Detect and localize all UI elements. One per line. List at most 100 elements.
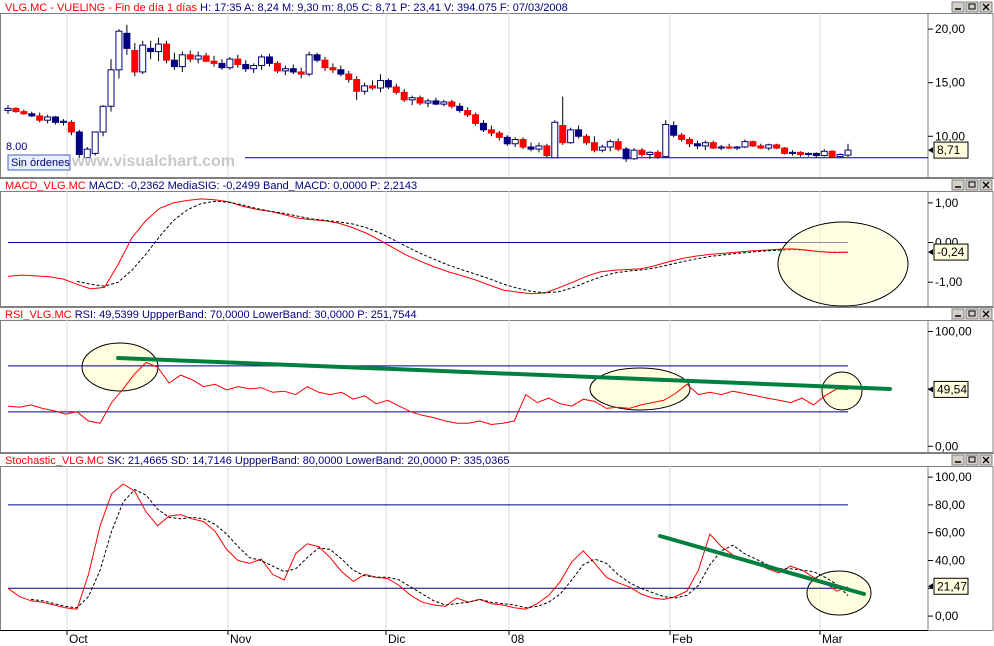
last-value-label: 49,54 xyxy=(937,382,967,396)
candle-body xyxy=(456,105,464,112)
candle-body xyxy=(107,69,115,107)
candle-body xyxy=(321,59,329,69)
candle-body xyxy=(693,143,701,147)
candle-body xyxy=(638,149,646,155)
candle-body xyxy=(654,151,662,158)
candle-body xyxy=(773,144,781,149)
chart-window: VLG.MC - VUELING - Fin de día 1 días H: … xyxy=(0,0,994,646)
candle-body xyxy=(820,150,828,157)
candle-body xyxy=(416,97,424,104)
panel-separator xyxy=(0,178,994,179)
candle-body xyxy=(709,142,717,149)
candle-body xyxy=(590,142,598,151)
candle-body xyxy=(210,60,218,64)
last-value-marker: -0,24 xyxy=(928,243,969,261)
candle-body xyxy=(329,67,337,71)
candle-body xyxy=(551,121,559,159)
candle-body xyxy=(234,58,242,65)
minimize-button[interactable] xyxy=(951,308,965,320)
candle-body xyxy=(4,107,12,112)
candle-body xyxy=(725,146,733,149)
candle-body xyxy=(186,54,194,60)
candle-body xyxy=(289,68,297,73)
candle-body xyxy=(487,129,495,134)
y-tick-label: -1,00 xyxy=(935,275,963,289)
candle-body xyxy=(369,85,377,89)
candle-body xyxy=(678,134,686,140)
y-tick-label: 1,00 xyxy=(935,196,959,210)
candle-body xyxy=(400,91,408,101)
title-segment: H: 17:35 A: 8,24 M: 9,30 m: 8,05 C: 8,71… xyxy=(197,2,568,14)
candle-body xyxy=(741,141,749,148)
candle-body xyxy=(424,100,432,104)
candle-body xyxy=(844,149,852,156)
title-segment: MACD_VLG.MC xyxy=(5,180,86,192)
candle-body xyxy=(345,73,353,80)
candle-body xyxy=(606,141,614,148)
candle-body xyxy=(630,149,638,160)
candle-body xyxy=(662,123,670,158)
candle-body xyxy=(91,131,99,154)
candle-body xyxy=(242,63,250,70)
candle-body xyxy=(52,116,60,123)
candle-body xyxy=(670,125,678,136)
candle-body xyxy=(432,100,440,105)
candle-body xyxy=(575,129,583,137)
candle-body xyxy=(305,54,313,75)
panel-separator xyxy=(0,453,994,454)
candle-body xyxy=(582,135,590,144)
panel-title: VLG.MC - VUELING - Fin de día 1 días H: … xyxy=(5,2,568,14)
highlight-ellipse xyxy=(589,367,691,411)
candle-body xyxy=(297,71,305,75)
candle-body xyxy=(559,125,567,144)
candle-body xyxy=(733,146,741,149)
candle-body xyxy=(36,115,44,121)
candle-body xyxy=(757,145,765,149)
highlight-ellipse xyxy=(777,221,909,307)
panel-title: Stochastic_VLG.MC SK: 21,4665 SD: 14,714… xyxy=(5,455,510,467)
candle-body xyxy=(218,62,226,69)
candle-body xyxy=(479,122,487,131)
candle-body xyxy=(812,152,820,157)
y-tick-label: 80,00 xyxy=(935,498,965,512)
minimize-button[interactable] xyxy=(951,179,965,191)
candle-body xyxy=(170,59,178,68)
minimize-button[interactable] xyxy=(951,1,965,13)
candle-body xyxy=(804,152,812,155)
candle-body xyxy=(686,138,694,145)
y-axis-area xyxy=(927,466,994,631)
candle-body xyxy=(614,141,622,150)
x-tick-label: Dic xyxy=(388,632,405,646)
candle-body xyxy=(622,148,630,160)
minimize-button[interactable] xyxy=(951,454,965,466)
candle-body xyxy=(115,30,123,71)
panel-title: MACD_VLG.MC MACD: -0,2362 MediaSIG: -0,2… xyxy=(5,180,417,192)
candle-body xyxy=(519,138,527,148)
candle-body xyxy=(273,62,281,72)
candle-body xyxy=(836,153,844,158)
candle-body xyxy=(226,58,234,69)
candle-body xyxy=(162,43,170,61)
candle-body xyxy=(258,56,266,67)
x-tick-label: Nov xyxy=(230,632,251,646)
candle-body xyxy=(178,54,186,68)
candle-body xyxy=(495,132,503,138)
candle-body xyxy=(384,80,392,88)
candle-body xyxy=(448,101,456,107)
last-value-marker: 8,71 xyxy=(928,141,969,159)
title-segment: VLG.MC - VUELING - Fin de día 1 días xyxy=(5,2,197,14)
last-value-label: 8,71 xyxy=(937,143,961,157)
last-value-marker: 49,54 xyxy=(928,380,969,398)
candle-body xyxy=(717,146,725,149)
plot-area xyxy=(0,466,929,631)
watermark: www.visualchart.com xyxy=(71,153,235,170)
orders-button-label: Sin órdenes xyxy=(11,157,70,169)
candle-body xyxy=(337,69,345,75)
title-segment: MACD: -0,2362 MediaSIG: -0,2499 Band_MAC… xyxy=(86,180,417,192)
candle-body xyxy=(376,80,384,89)
candle-body xyxy=(828,150,836,158)
candle-body xyxy=(543,145,551,157)
candle-body xyxy=(472,114,480,124)
candle-body xyxy=(266,56,274,64)
panel-separator xyxy=(0,307,994,308)
